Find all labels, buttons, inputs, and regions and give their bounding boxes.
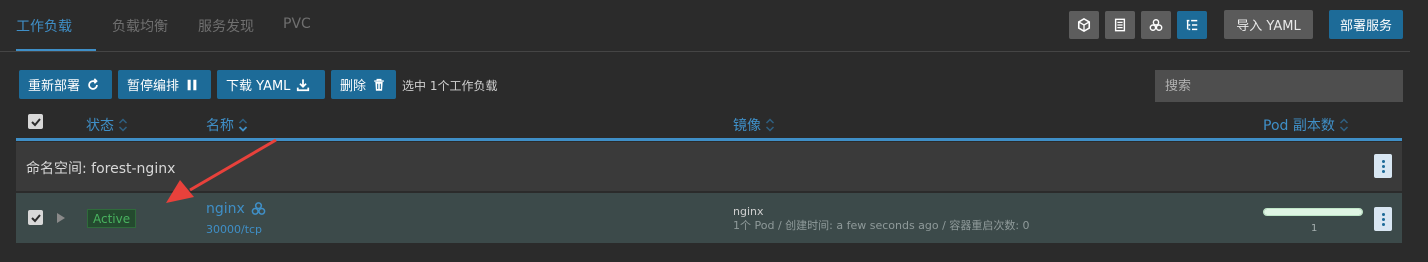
port-link[interactable]: 30000/tcp xyxy=(206,223,262,236)
tree-list-icon xyxy=(1186,19,1198,31)
more-vertical-dot xyxy=(1381,222,1385,226)
redeploy-button[interactable]: 重新部署 xyxy=(19,70,112,99)
namespace-actions-menu[interactable] xyxy=(1374,154,1392,178)
column-pod-replicas[interactable]: Pod 副本数 xyxy=(1263,115,1349,135)
more-vertical-icon xyxy=(1381,159,1385,163)
checkmark-icon xyxy=(30,117,41,126)
deploy-service-button[interactable]: 部署服务 xyxy=(1329,10,1403,39)
tab-pvc[interactable]: PVC xyxy=(283,16,311,32)
tree-view-button[interactable] xyxy=(1177,11,1207,39)
tab-service-discovery[interactable]: 服务发现 xyxy=(198,16,254,36)
download-yaml-button[interactable]: 下载 YAML xyxy=(217,70,325,99)
more-vertical-icon xyxy=(1381,212,1385,216)
more-vertical-dot xyxy=(1381,164,1385,168)
status-badge: Active xyxy=(87,209,137,228)
delete-label: 删除 xyxy=(340,79,367,94)
workload-detail: 1个 Pod / 创建时间: a few seconds ago / 容器重启次… xyxy=(733,219,1030,232)
refresh-icon xyxy=(88,77,98,90)
column-pods-label: Pod 副本数 xyxy=(1263,118,1335,134)
download-icon xyxy=(297,78,310,91)
checkmark-icon xyxy=(30,213,41,222)
cube-icon xyxy=(1077,18,1091,32)
cluster-view-button[interactable] xyxy=(1141,11,1171,39)
search-input[interactable] xyxy=(1155,70,1403,102)
trash-icon xyxy=(374,78,384,91)
namespace-label: 命名空间: forest-nginx xyxy=(26,161,176,177)
sort-ascending-icon xyxy=(238,118,248,132)
pause-orchestration-button[interactable]: 暂停编排 xyxy=(118,70,211,99)
sort-icon xyxy=(765,118,775,132)
column-image-label: 镜像 xyxy=(733,118,761,134)
service-cluster-icon[interactable] xyxy=(251,201,266,216)
active-tab-indicator xyxy=(16,49,96,51)
workload-tabs: 工作负载 负载均衡 服务发现 PVC 导入 YAML 部署服务 xyxy=(0,0,1410,52)
import-yaml-button[interactable]: 导入 YAML xyxy=(1224,10,1313,39)
redeploy-label: 重新部署 xyxy=(28,79,81,94)
tab-workloads[interactable]: 工作负载 xyxy=(16,16,72,36)
list-icon xyxy=(1114,18,1126,32)
namespace-group-row: 命名空间: forest-nginx xyxy=(16,142,1402,191)
more-vertical-dot xyxy=(1381,169,1385,173)
workload-actions-menu[interactable] xyxy=(1374,207,1392,231)
selection-count: 选中 1个工作负载 xyxy=(402,79,498,93)
cluster-icon xyxy=(1149,19,1163,31)
cube-view-button[interactable] xyxy=(1069,11,1099,39)
list-view-button[interactable] xyxy=(1105,11,1135,39)
more-vertical-dot xyxy=(1381,217,1385,221)
table-header: 状态 名称 镜像 Pod 副本数 xyxy=(16,108,1402,141)
column-name[interactable]: 名称 xyxy=(206,115,248,135)
select-all-checkbox[interactable] xyxy=(28,114,43,129)
pod-progress-bar xyxy=(1263,208,1363,216)
delete-button[interactable]: 删除 xyxy=(331,70,396,99)
row-checkbox[interactable] xyxy=(28,210,43,225)
expand-caret-icon[interactable] xyxy=(56,212,66,224)
column-image[interactable]: 镜像 xyxy=(733,115,775,135)
pause-icon xyxy=(187,79,197,90)
tab-load-balancing[interactable]: 负载均衡 xyxy=(112,16,168,36)
sort-icon xyxy=(1339,118,1348,132)
table-row: Active nginx 30000/tcp nginx 1个 Pod / 创建… xyxy=(16,193,1402,243)
column-status-label: 状态 xyxy=(86,118,114,134)
pod-count: 1 xyxy=(1311,223,1318,234)
pause-label: 暂停编排 xyxy=(127,79,180,94)
sort-icon xyxy=(118,118,128,132)
column-status[interactable]: 状态 xyxy=(86,115,128,135)
workload-name-link[interactable]: nginx xyxy=(206,201,245,217)
column-name-label: 名称 xyxy=(206,118,234,134)
pod-progress-fill xyxy=(1264,209,1362,215)
download-label: 下载 YAML xyxy=(226,79,291,94)
